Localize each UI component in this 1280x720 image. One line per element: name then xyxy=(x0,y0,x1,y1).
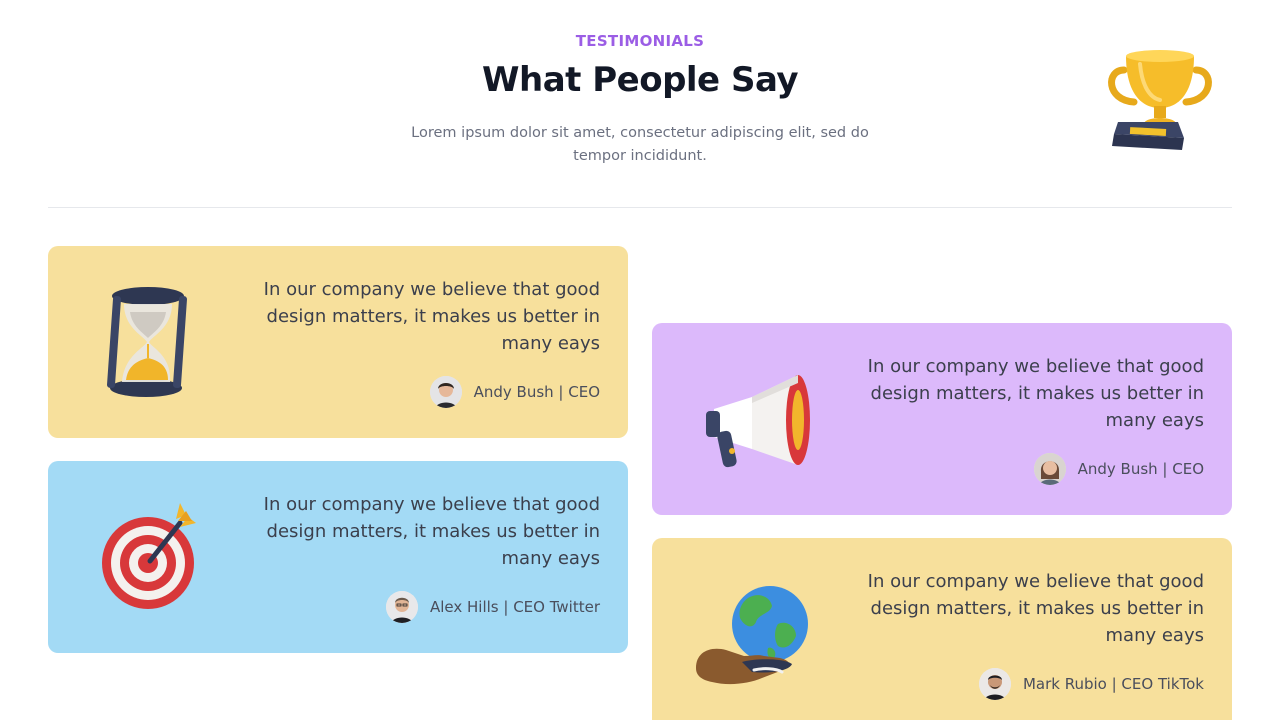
target-icon xyxy=(102,503,196,609)
testimonial-author: Alex Hills | CEO Twitter xyxy=(385,591,600,623)
hourglass-icon xyxy=(107,287,187,397)
testimonial-card: In our company we believe that good desi… xyxy=(652,323,1232,515)
avatar xyxy=(385,591,418,623)
testimonial-card: In our company we believe that good desi… xyxy=(48,461,628,653)
testimonial-quote: In our company we believe that good desi… xyxy=(263,494,600,569)
testimonial-author: Andy Bush | CEO xyxy=(1033,453,1204,485)
author-name: Alex Hills | CEO Twitter xyxy=(429,598,600,616)
page-subtitle: Lorem ipsum dolor sit amet, consectetur … xyxy=(411,125,869,164)
avatar xyxy=(1033,453,1066,485)
testimonial-author: Mark Rubio | CEO TikTok xyxy=(978,668,1204,700)
author-name: Mark Rubio | CEO TikTok xyxy=(1022,675,1204,693)
testimonial-author: Andy Bush | CEO xyxy=(429,376,600,408)
testimonial-quote: In our company we believe that good desi… xyxy=(263,279,600,354)
trophy-icon xyxy=(1108,50,1212,150)
testimonials-eyebrow: TESTIMONIALS xyxy=(575,32,705,50)
testimonial-quote: In our company we believe that good desi… xyxy=(867,356,1204,431)
testimonial-quote: In our company we believe that good desi… xyxy=(867,571,1204,646)
page-title: What People Say xyxy=(481,60,799,100)
testimonial-card: In our company we believe that good desi… xyxy=(652,538,1232,720)
author-name: Andy Bush | CEO xyxy=(473,383,600,401)
testimonial-card: In our company we believe that good desi… xyxy=(48,246,628,438)
megaphone-icon xyxy=(706,375,810,468)
author-name: Andy Bush | CEO xyxy=(1077,460,1204,478)
globe-in-hand-icon xyxy=(696,586,808,685)
avatar xyxy=(429,376,462,408)
section-divider xyxy=(48,207,1232,208)
avatar xyxy=(978,668,1011,700)
